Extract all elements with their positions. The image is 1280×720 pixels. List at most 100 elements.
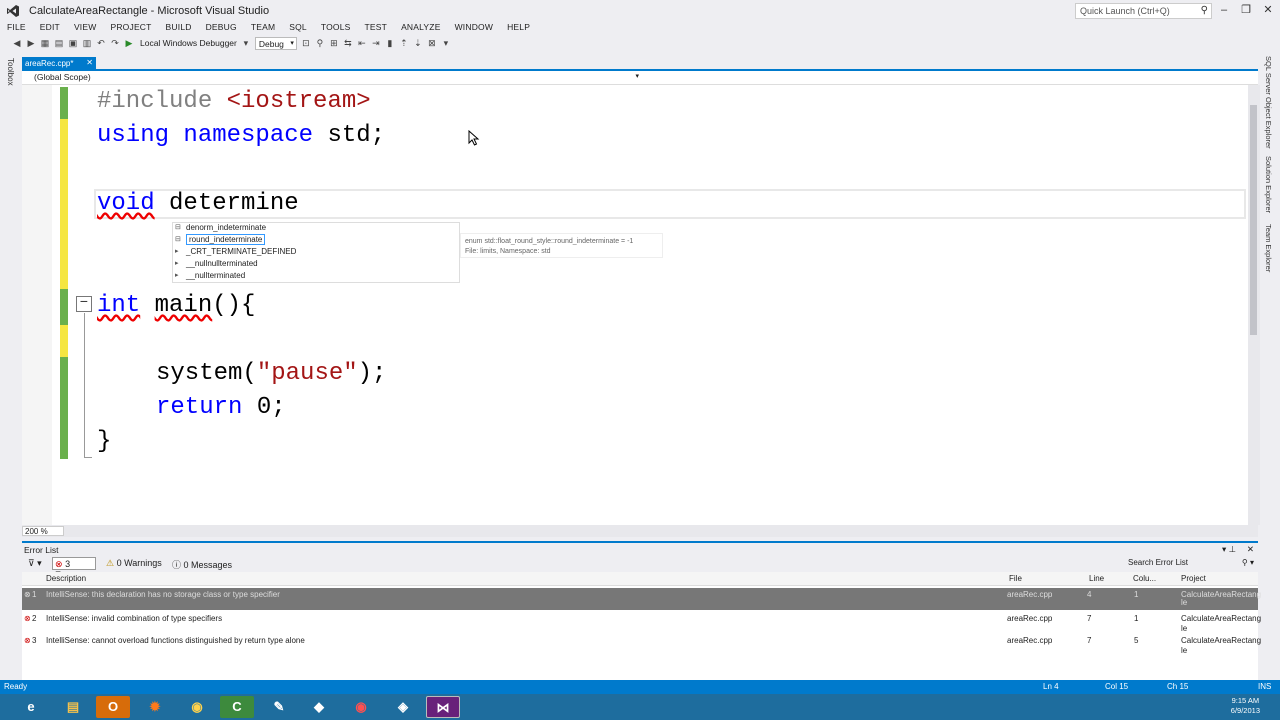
solution-configuration-select[interactable]: Debug ▾ <box>254 36 297 50</box>
messages-filter-button[interactable]: ⓘ 0 Messages <box>172 558 232 571</box>
new-project-icon[interactable]: ▦ <box>40 38 50 48</box>
redo-icon[interactable]: ↷ <box>110 38 120 48</box>
completion-item-selected[interactable]: ⊟ round_indeterminate <box>173 234 459 247</box>
firefox-icon[interactable]: ✹ <box>138 696 172 718</box>
completion-item-label: _CRT_TERMINATE_DEFINED <box>186 247 297 256</box>
column-file[interactable]: File <box>1009 574 1022 583</box>
identifier-determine: determine <box>154 190 299 217</box>
completion-item[interactable]: ▸ _CRT_TERMINATE_DEFINED <box>173 247 459 259</box>
horizontal-scrollbar[interactable]: 200 % <box>22 525 1258 537</box>
menu-test[interactable]: TEST <box>358 20 395 34</box>
menu-project[interactable]: PROJECT <box>103 20 158 34</box>
error-row[interactable]: ⊗ 3 IntelliSense: cannot overload functi… <box>22 634 1261 656</box>
uncomment-icon[interactable]: ⇥ <box>371 38 381 48</box>
intellisense-completion-list[interactable]: ⊟ denorm_indeterminate ⊟ round_indetermina… <box>172 222 460 283</box>
error-list-search-input[interactable]: Search Error List ⚲ ▾ <box>1122 557 1258 570</box>
search-icon: ⚲ ▾ <box>1241 558 1254 567</box>
column-line[interactable]: Line <box>1089 574 1104 583</box>
minimize-button[interactable]: – <box>1213 2 1235 18</box>
menu-tools[interactable]: TOOLS <box>314 20 358 34</box>
error-number: 3 <box>32 636 37 645</box>
code-line-5: int main(){ <box>97 292 255 319</box>
chevron-down-icon[interactable]: ▾ <box>241 38 251 48</box>
menu-sql[interactable]: SQL <box>282 20 314 34</box>
solution-explorer-icon[interactable]: ⊞ <box>329 38 339 48</box>
messages-count: 0 Messages <box>183 560 233 570</box>
warnings-count: 0 Warnings <box>116 558 162 568</box>
call-system: system( <box>156 360 257 387</box>
function-main: main <box>154 292 213 319</box>
close-panel-icon[interactable]: ✕ <box>1247 544 1254 555</box>
outlook-icon[interactable]: O <box>96 696 130 718</box>
column-project[interactable]: Project <box>1181 574 1206 583</box>
error-column: 1 <box>1134 590 1139 599</box>
navigate-icon[interactable]: ⇆ <box>343 38 353 48</box>
chrome-icon[interactable]: ◉ <box>180 696 214 718</box>
error-number: 1 <box>32 590 37 599</box>
column-column[interactable]: Colu... <box>1133 574 1156 583</box>
status-char: Ch 15 <box>1167 682 1189 691</box>
status-line: Ln 4 <box>1043 682 1059 691</box>
error-row[interactable]: ⊗ 1 IntelliSense: this declaration has n… <box>22 588 1261 610</box>
comment-icon[interactable]: ⇤ <box>357 38 367 48</box>
close-button[interactable]: ✕ <box>1257 2 1279 18</box>
menu-file[interactable]: FILE <box>0 20 33 34</box>
find-icon[interactable]: ⚲ <box>315 38 325 48</box>
back-icon[interactable]: ◀ <box>12 38 22 48</box>
attach-icon[interactable]: ⊡ <box>301 38 311 48</box>
file-explorer-icon[interactable]: ▤ <box>56 696 90 718</box>
vertical-scrollbar[interactable] <box>1248 85 1260 525</box>
code-editor[interactable]: − #include <iostream> using namespace st… <box>22 85 1248 525</box>
menu-view[interactable]: VIEW <box>67 20 104 34</box>
close-tab-icon[interactable]: ✕ <box>86 58 93 67</box>
internet-explorer-icon[interactable]: e <box>14 696 48 718</box>
menu-help[interactable]: HELP <box>500 20 537 34</box>
debugger-target-label[interactable]: Local Windows Debugger <box>140 38 237 48</box>
menu-team[interactable]: TEAM <box>244 20 282 34</box>
navigation-bar: (Global Scope) ▾ <box>22 71 1258 85</box>
column-description[interactable]: Description <box>46 574 86 583</box>
quick-launch-input[interactable]: Quick Launch (Ctrl+Q) ⚲ <box>1075 3 1212 19</box>
menu-window[interactable]: WINDOW <box>448 20 501 34</box>
pin-icon[interactable]: ▾ ⊥ <box>1222 544 1236 555</box>
completion-item[interactable]: ▸ __nullterminated <box>173 271 459 283</box>
notepad-icon[interactable]: ✎ <box>262 696 296 718</box>
save-icon[interactable]: ▣ <box>68 38 78 48</box>
visual-studio-taskbar-icon[interactable]: ⋈ <box>426 696 460 718</box>
menu-edit[interactable]: EDIT <box>33 20 67 34</box>
sql-server-object-explorer-tab[interactable]: SQL Server Object Explorer <box>1264 56 1273 149</box>
app2-icon[interactable]: ◈ <box>386 696 420 718</box>
forward-icon[interactable]: ▶ <box>26 38 36 48</box>
maximize-button[interactable]: ❐ <box>1235 2 1257 18</box>
menu-debug[interactable]: DEBUG <box>199 20 244 34</box>
tooltip-location: File: limits, Namespace: std <box>465 248 551 255</box>
scrollbar-thumb[interactable] <box>1250 105 1257 335</box>
scope-dropdown[interactable]: (Global Scope) ▾ <box>34 72 641 84</box>
error-row[interactable]: ⊗ 2 IntelliSense: invalid combination of… <box>22 612 1261 634</box>
undo-icon[interactable]: ↶ <box>96 38 106 48</box>
errors-filter-button[interactable]: ⊗ 3 Errors <box>52 557 96 580</box>
solution-explorer-tab[interactable]: Solution Explorer <box>1264 156 1273 213</box>
prev-bookmark-icon[interactable]: ⇡ <box>399 38 409 48</box>
save-all-icon[interactable]: ▥ <box>82 38 92 48</box>
next-bookmark-icon[interactable]: ⇣ <box>413 38 423 48</box>
app-icon[interactable]: ◆ <box>302 696 336 718</box>
clear-bookmarks-icon[interactable]: ⊠ <box>427 38 437 48</box>
open-file-icon[interactable]: ▤ <box>54 38 64 48</box>
camtasia-icon[interactable]: C <box>220 696 254 718</box>
status-text: Ready <box>4 682 28 691</box>
menu-build[interactable]: BUILD <box>159 20 199 34</box>
toolbar-options-icon[interactable]: ▾ <box>441 38 451 48</box>
keyword-int: int <box>97 292 141 319</box>
bookmark-icon[interactable]: ▮ <box>385 38 395 48</box>
completion-item[interactable]: ▸ __nullnullterminated <box>173 259 459 271</box>
warnings-filter-button[interactable]: ⚠ 0 Warnings <box>106 558 162 569</box>
team-explorer-tab[interactable]: Team Explorer <box>1264 224 1273 272</box>
menu-analyze[interactable]: ANALYZE <box>394 20 448 34</box>
error-number: 2 <box>32 614 37 623</box>
toolbox-tab[interactable]: Toolbox <box>6 58 15 86</box>
start-debugging-icon[interactable]: ▶ <box>124 38 134 48</box>
filter-icon[interactable]: ⊽ ▾ <box>28 558 42 569</box>
chrome-alt-icon[interactable]: ◉ <box>344 696 378 718</box>
zoom-level-select[interactable]: 200 % <box>22 526 64 536</box>
